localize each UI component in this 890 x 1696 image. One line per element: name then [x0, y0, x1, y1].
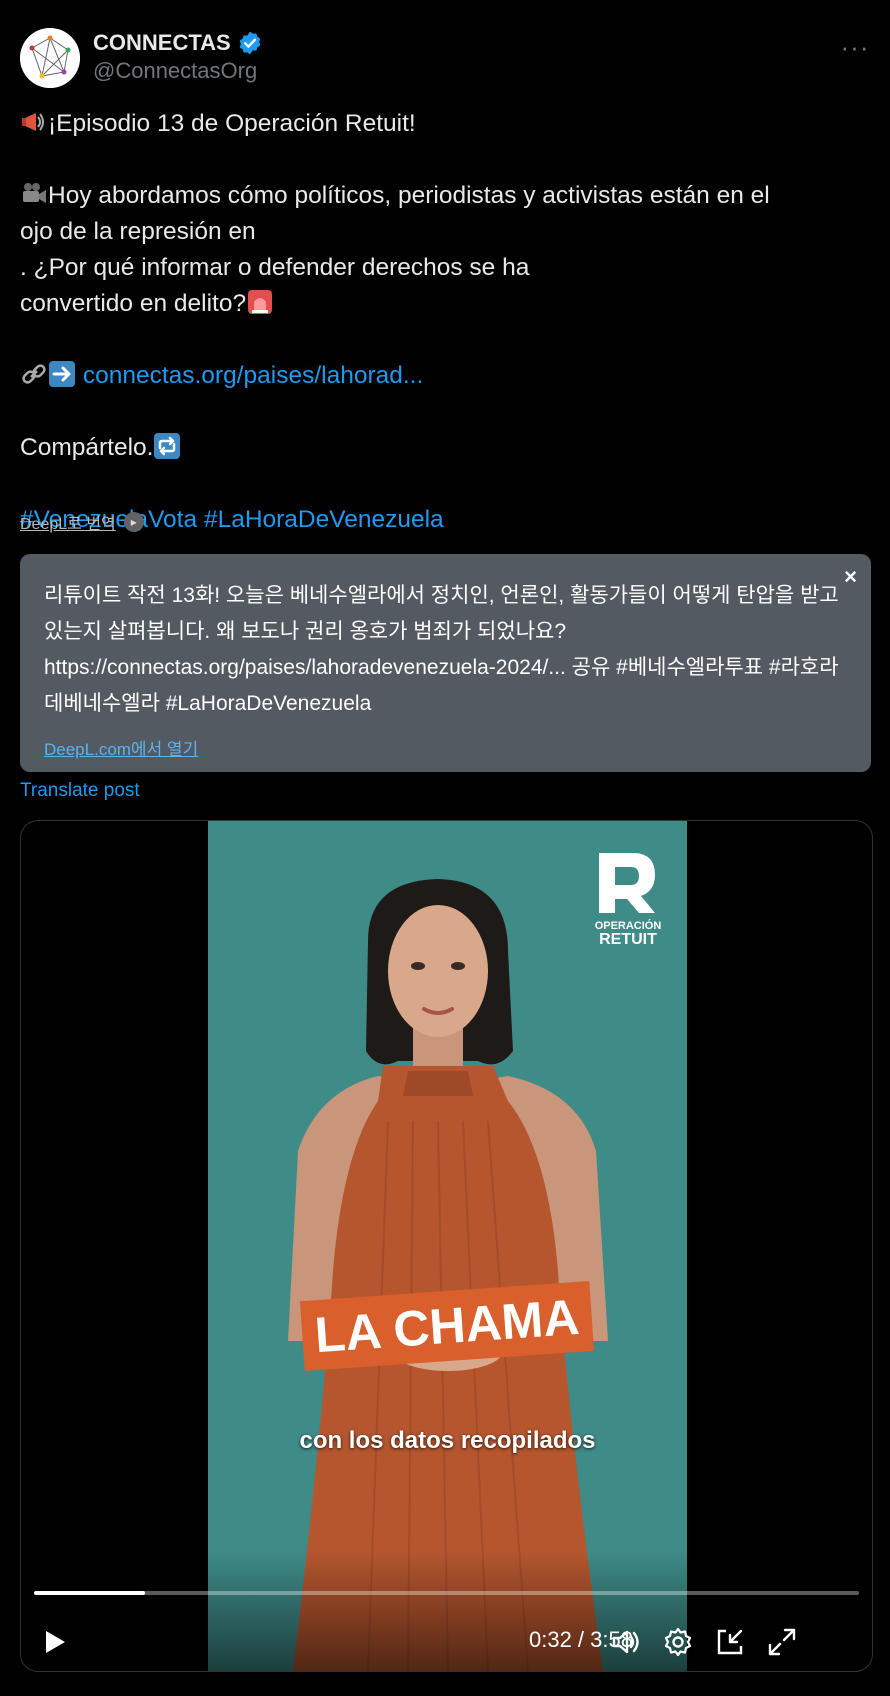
tweet-line-2b-pre: ojo de la represión en: [20, 218, 263, 245]
hashtag-lahoradevenezuela[interactable]: #LaHoraDeVenezuela: [204, 506, 444, 533]
share-text: Compártelo.: [20, 434, 154, 461]
megaphone-icon: [22, 113, 44, 131]
siren-icon: [248, 290, 273, 314]
link-icon: [22, 364, 46, 384]
verified-badge-icon: [239, 31, 261, 55]
tweet-line-2a: Hoy abordamos cómo políticos, periodista…: [48, 182, 770, 209]
play-icon[interactable]: [39, 1627, 69, 1657]
tweet-header: CONNECTAS @ConnectasOrg ···: [20, 26, 870, 88]
open-deepl-link[interactable]: DeepL.com에서 열기: [44, 735, 198, 760]
fullscreen-icon[interactable]: [765, 1625, 799, 1659]
logo-line-2: RETUIT: [599, 931, 657, 947]
translation-text: 리튜이트 작전 13화! 오늘은 베네수엘라에서 정치인, 언론인, 활동가들이…: [44, 584, 839, 715]
author-handle[interactable]: @ConnectasOrg: [93, 58, 263, 84]
picture-in-picture-icon[interactable]: [713, 1625, 747, 1659]
close-icon[interactable]: ×: [844, 564, 857, 590]
venezuela-flag-icon: [262, 221, 292, 243]
right-arrow-icon: [49, 361, 75, 387]
article-link[interactable]: connectas.org/paises/lahorad...: [83, 362, 424, 389]
tweet-line-1: ¡Episodio 13 de Operación Retuit!: [48, 110, 416, 137]
movie-camera-icon: [23, 183, 46, 203]
progress-fill: [34, 1591, 145, 1595]
settings-gear-icon[interactable]: [661, 1625, 695, 1659]
author-name[interactable]: CONNECTAS: [93, 30, 231, 56]
tweet-text: ¡Episodio 13 de Operación Retuit! Hoy ab…: [20, 106, 870, 538]
repeat-icon: [154, 433, 181, 459]
deepl-translate-label[interactable]: DeepL로 번역: [20, 510, 116, 534]
translate-post-link[interactable]: Translate post: [20, 780, 140, 802]
operacion-retuit-logo: OPERACIÓN RETUIT: [595, 853, 661, 947]
volume-icon[interactable]: [609, 1625, 643, 1659]
avatar[interactable]: [20, 28, 80, 88]
progress-bar[interactable]: [34, 1591, 859, 1595]
video-frame: OPERACIÓN RETUIT LA CHAMA con los datos …: [208, 821, 687, 1671]
more-options-icon[interactable]: ···: [840, 32, 870, 62]
deepl-logo-icon: ▸: [123, 512, 144, 532]
presenter-image: [288, 879, 608, 1671]
translation-box: × 리튜이트 작전 13화! 오늘은 베네수엘라에서 정치인, 언론인, 활동가…: [20, 554, 871, 772]
deepl-translate-row[interactable]: DeepL로 번역 ▸: [20, 510, 144, 534]
video-controls: 0:32 / 3:58: [21, 1621, 872, 1661]
video-caption: con los datos recopilados: [299, 1427, 596, 1454]
video-player[interactable]: OPERACIÓN RETUIT LA CHAMA con los datos …: [20, 820, 873, 1672]
tweet-line-2c: convertido en delito?: [20, 290, 247, 317]
tweet-line-2b-post: . ¿Por qué informar o defender derechos …: [20, 254, 530, 281]
